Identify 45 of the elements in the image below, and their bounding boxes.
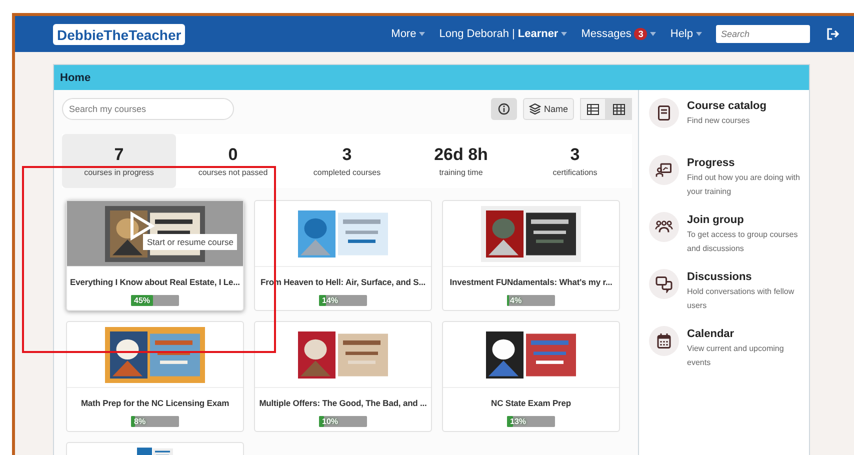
stat-value: 26d 8h — [434, 145, 488, 165]
progress-percent: 4% — [510, 295, 522, 306]
stat-value: 0 — [228, 145, 238, 165]
stat-tile[interactable]: 3 completed courses — [290, 134, 404, 188]
stat-tile[interactable]: 7 courses in progress — [62, 134, 176, 188]
course-title: Everything I Know about Real Estate, I Le... — [70, 277, 240, 287]
nav-menu[interactable]: Messages 3 — [581, 28, 656, 40]
logo[interactable]: DebbieTheTeacher — [53, 24, 186, 44]
nav-menu[interactable]: Long Deborah | Learner — [439, 28, 568, 40]
sidebar-link[interactable]: Progress — [687, 157, 803, 169]
course-title: Investment FUNdamentals: What's my r... — [450, 277, 612, 287]
nav-menu[interactable]: More — [391, 28, 426, 40]
sidebar-link[interactable]: Discussions — [687, 271, 803, 283]
stat-tile[interactable]: 26d 8h training time — [404, 134, 518, 188]
sidebar-description: Find out how you are doing with your training — [687, 172, 801, 198]
course-card[interactable]: Investment FUNdamentals: What's my r... 4% — [442, 200, 620, 311]
stat-label: courses in progress — [84, 168, 154, 177]
panel-title: Home — [54, 65, 809, 90]
course-title: Multiple Offers: The Good, The Bad, and ... — [259, 398, 427, 408]
stat-value: 7 — [114, 145, 124, 165]
course-title: Math Prep for the NC Licensing Exam — [80, 398, 230, 408]
stat-value: 3 — [342, 145, 352, 165]
sidebar-description: Find new courses — [687, 115, 751, 127]
stat-label: training time — [439, 168, 483, 177]
tooltip: Start or resume course — [143, 234, 238, 250]
course-search-field[interactable]: Search my courses — [62, 98, 234, 120]
stat-label: completed courses — [313, 168, 381, 177]
nav-menu[interactable]: Help — [670, 28, 702, 40]
sidebar-link[interactable]: Join group — [687, 214, 803, 226]
stat-tile[interactable]: 0 courses not passed — [176, 134, 290, 188]
course-title: NC State Exam Prep — [491, 398, 571, 408]
sidebar-link[interactable]: Calendar — [687, 328, 803, 340]
sidebar-description: Hold conversations with fellow users — [687, 286, 796, 312]
sidebar-link[interactable]: Course catalog — [687, 100, 766, 112]
sidebar-description: View current and upcoming events — [687, 343, 785, 369]
message-count-badge: 3 — [634, 28, 648, 40]
stat-tile[interactable]: 3 certifications — [518, 134, 632, 188]
stat-label: courses not passed — [198, 168, 268, 177]
course-card[interactable]: Start or resume course Everything I Know about Real Estate, I Le... 45% — [66, 200, 244, 311]
sidebar-description: To get access to group courses and discussions — [687, 229, 799, 255]
sort-button[interactable]: Name — [522, 98, 574, 120]
stat-value: 3 — [570, 145, 580, 165]
progress-percent: 45% — [134, 295, 150, 306]
search-field[interactable]: Search — [716, 25, 810, 43]
stat-label: certifications — [552, 168, 598, 177]
